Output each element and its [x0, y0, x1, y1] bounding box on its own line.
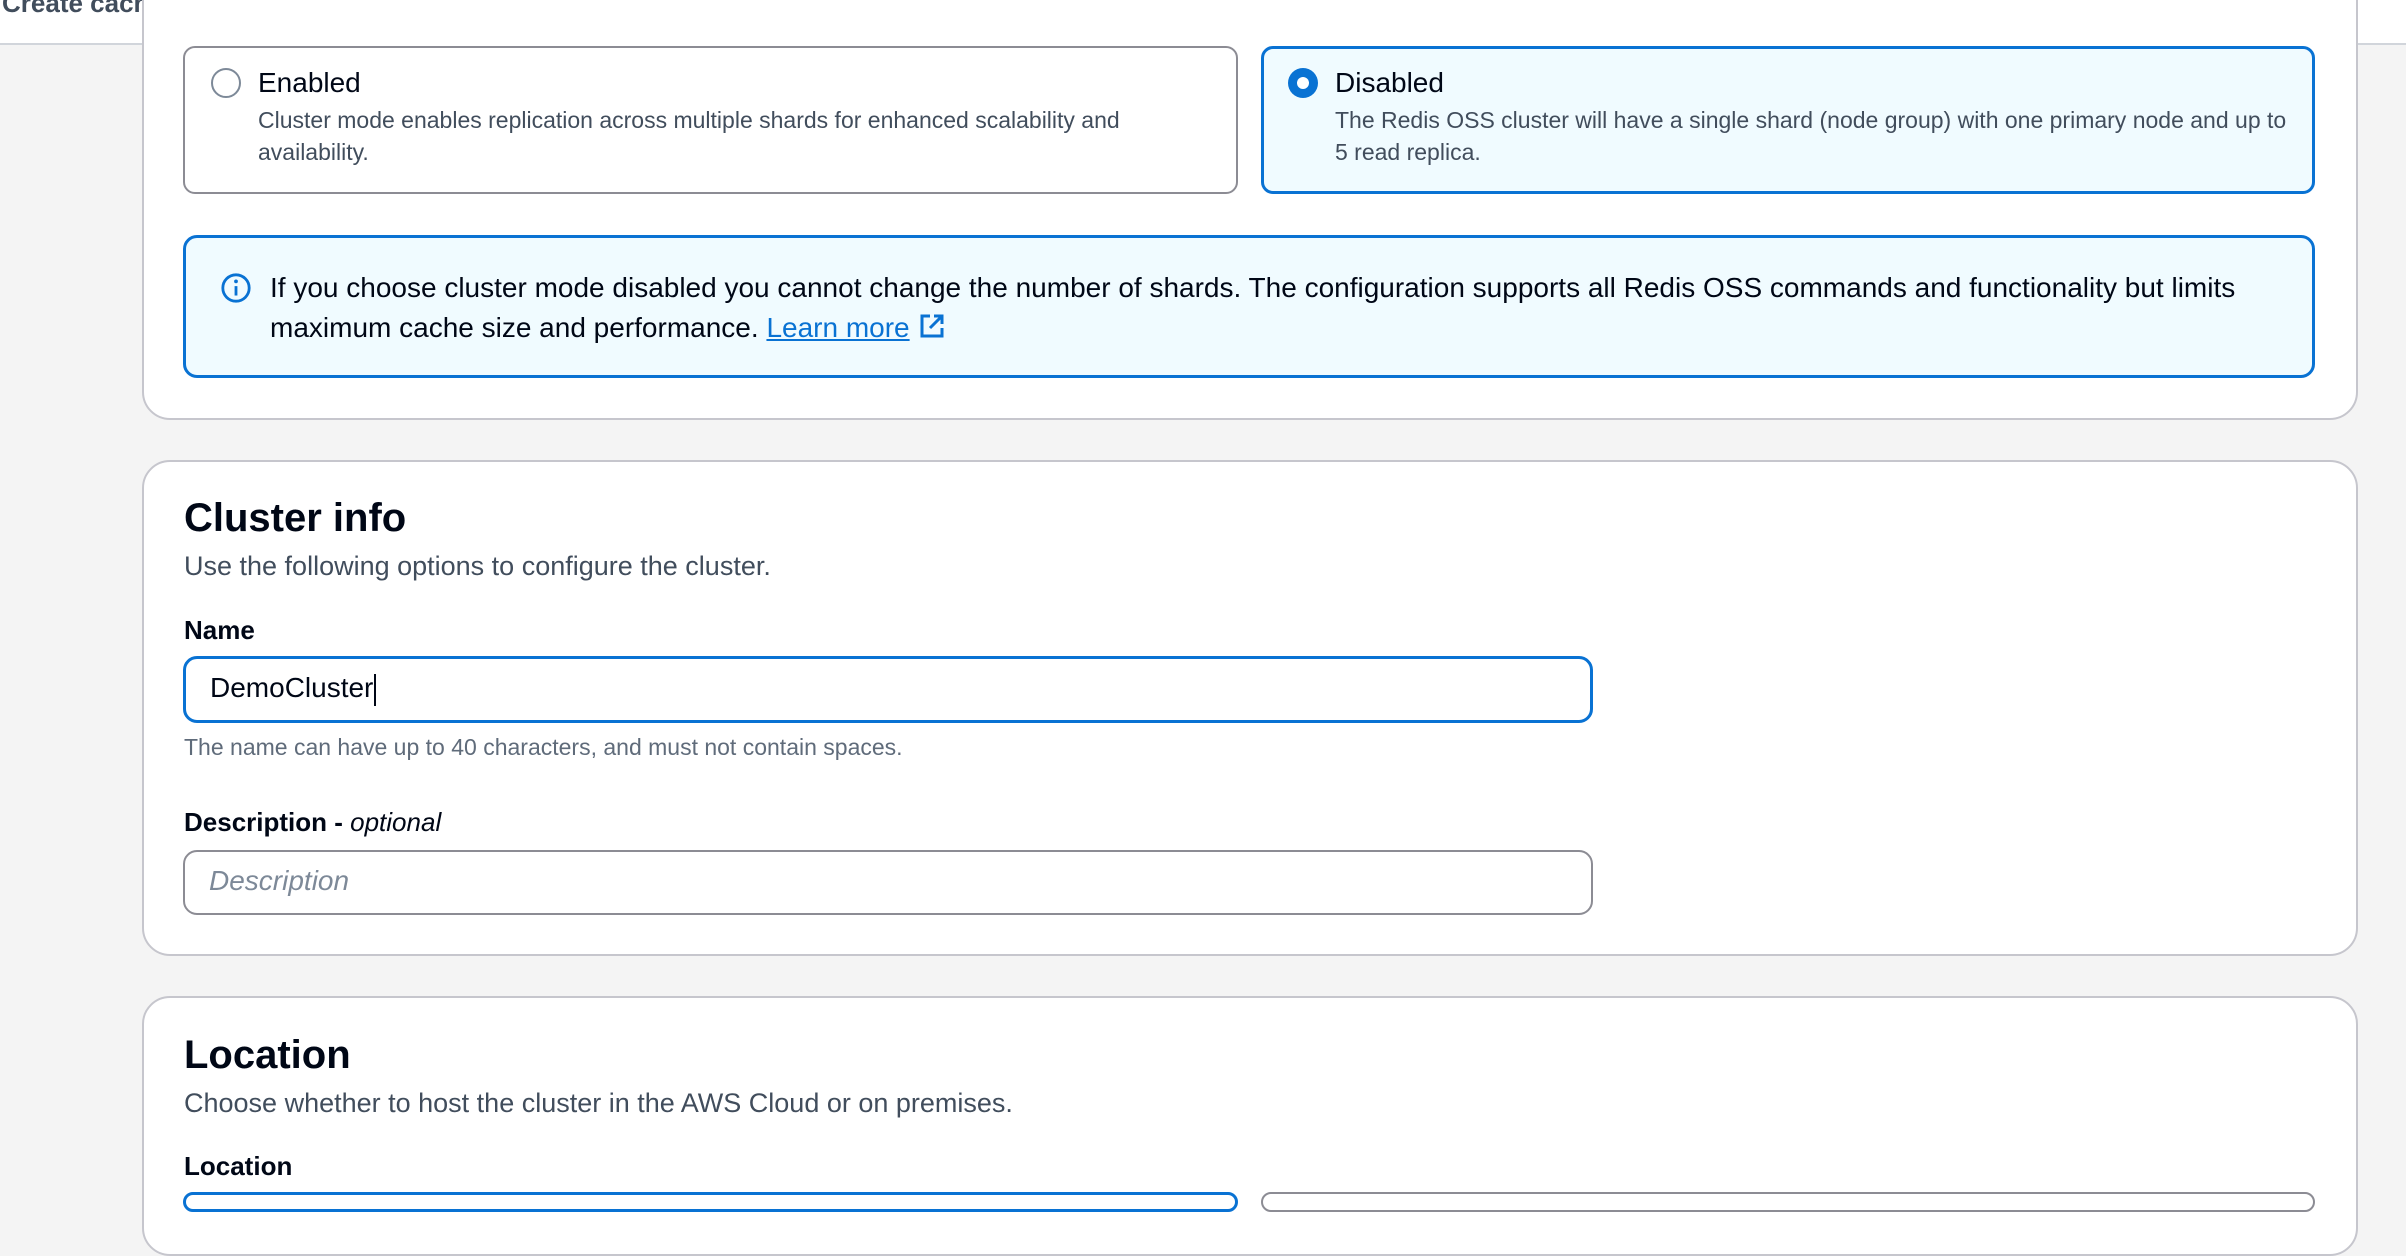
cluster-info-description: Use the following options to configure t… — [184, 551, 771, 581]
cluster-mode-disabled-tile[interactable]: Disabled The Redis OSS cluster will have… — [1261, 46, 2315, 194]
alert-text: If you choose cluster mode disabled you … — [270, 268, 2270, 348]
description-label-text: Description — [184, 807, 328, 837]
name-input-value: DemoCluster — [210, 672, 374, 703]
name-hint: The name can have up to 40 characters, a… — [184, 734, 903, 760]
location-description: Choose whether to host the cluster in th… — [184, 1088, 1013, 1118]
disabled-description: The Redis OSS cluster will have a single… — [1335, 107, 2287, 165]
page-title: Create cache — [2, 0, 164, 18]
location-option-on-premises[interactable] — [1261, 1192, 2315, 1212]
description-label: Description - optional — [184, 807, 442, 837]
enabled-title: Enabled — [258, 67, 361, 98]
disabled-title: Disabled — [1335, 67, 1444, 98]
name-input[interactable]: DemoCluster — [183, 656, 1593, 723]
description-input[interactable]: Description — [183, 850, 1593, 915]
description-placeholder: Description — [209, 865, 350, 896]
location-heading: Location — [184, 1033, 351, 1077]
name-label: Name — [184, 615, 255, 645]
location-card — [142, 996, 2358, 1256]
enabled-radio[interactable] — [211, 68, 241, 98]
text-caret — [374, 673, 377, 706]
cluster-mode-info-alert: If you choose cluster mode disabled you … — [183, 235, 2315, 378]
learn-more-link[interactable]: Learn more — [766, 312, 909, 343]
optional-text: optional — [350, 807, 442, 837]
disabled-radio[interactable] — [1288, 68, 1318, 98]
location-label: Location — [184, 1151, 293, 1181]
enabled-description: Cluster mode enables replication across … — [258, 107, 1120, 165]
external-link-icon[interactable] — [917, 311, 947, 341]
alert-message: If you choose cluster mode disabled you … — [270, 272, 2236, 343]
location-option-cloud[interactable] — [183, 1192, 1238, 1212]
cluster-info-heading: Cluster info — [184, 496, 407, 540]
info-circle-icon — [221, 273, 251, 303]
cluster-mode-enabled-tile[interactable]: Enabled Cluster mode enables replication… — [183, 46, 1238, 194]
